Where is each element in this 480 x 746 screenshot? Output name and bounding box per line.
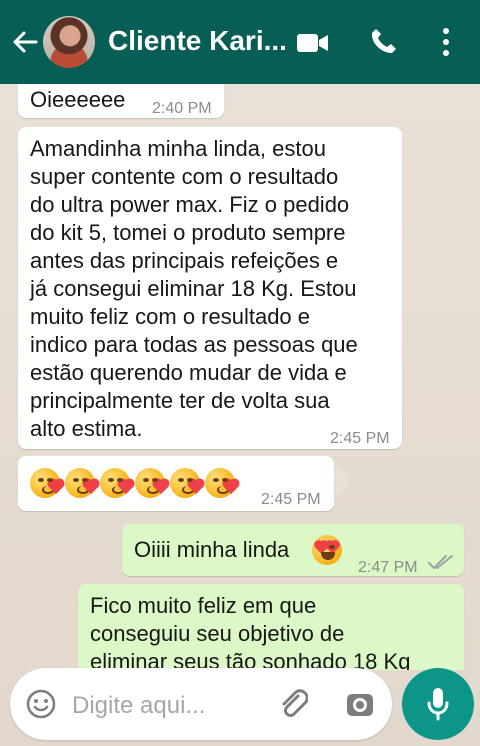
microphone-icon[interactable] <box>426 686 450 722</box>
paperclip-icon[interactable] <box>278 688 308 718</box>
message-composer[interactable]: Digite aqui... <box>10 668 392 740</box>
back-arrow-icon[interactable] <box>11 28 39 56</box>
message-bubble-incoming[interactable]: Amandinha minha linda, estou super conte… <box>18 127 402 449</box>
kissing-face-with-heart-icon <box>100 468 134 498</box>
microphone-button[interactable] <box>402 668 474 740</box>
read-receipt-icon <box>428 555 453 570</box>
message-text: Oiiii minha linda <box>134 537 290 562</box>
message-text: Amandinha minha linda, estou super conte… <box>30 136 358 441</box>
camera-icon[interactable] <box>344 688 376 720</box>
message-bubble-outgoing[interactable]: Oiiii minha linda 2:47 PM <box>122 524 464 576</box>
kissing-face-with-heart-icon <box>65 468 99 498</box>
heart-eyes-face-icon <box>312 535 342 565</box>
kissing-face-with-heart-icon <box>135 468 169 498</box>
message-text: Oieeeeee <box>30 87 126 112</box>
message-time: 2:45 PM <box>261 491 321 508</box>
message-list: Oieeeeee 2:40 PM Amandinha minha linda, … <box>0 84 480 670</box>
message-bubble-outgoing[interactable]: Fico muito feliz em que conseguiu seu ob… <box>78 584 464 670</box>
message-time: 2:45 PM <box>330 430 390 447</box>
message-time: 2:40 PM <box>152 100 212 117</box>
chat-header: Cliente Kari... <box>0 0 480 84</box>
message-bubble-incoming[interactable]: Oieeeeee 2:40 PM <box>18 84 224 118</box>
message-time: 2:47 PM <box>358 559 418 576</box>
kissing-face-with-heart-icon <box>170 468 204 498</box>
more-options-icon[interactable] <box>438 27 454 57</box>
kissing-face-with-heart-icon <box>205 468 239 498</box>
phone-call-icon[interactable] <box>368 26 398 56</box>
emoji-icon[interactable] <box>25 688 57 720</box>
contact-name[interactable]: Cliente Kari... <box>108 25 287 57</box>
message-text: Fico muito feliz em que conseguiu seu ob… <box>90 593 411 670</box>
emoji-message-bubble[interactable]: 2:45 PM <box>18 456 334 511</box>
contact-avatar[interactable] <box>43 16 95 68</box>
video-call-icon[interactable] <box>296 29 330 57</box>
message-input-placeholder[interactable]: Digite aqui... <box>72 692 205 720</box>
kissing-face-with-heart-icon <box>30 468 64 498</box>
